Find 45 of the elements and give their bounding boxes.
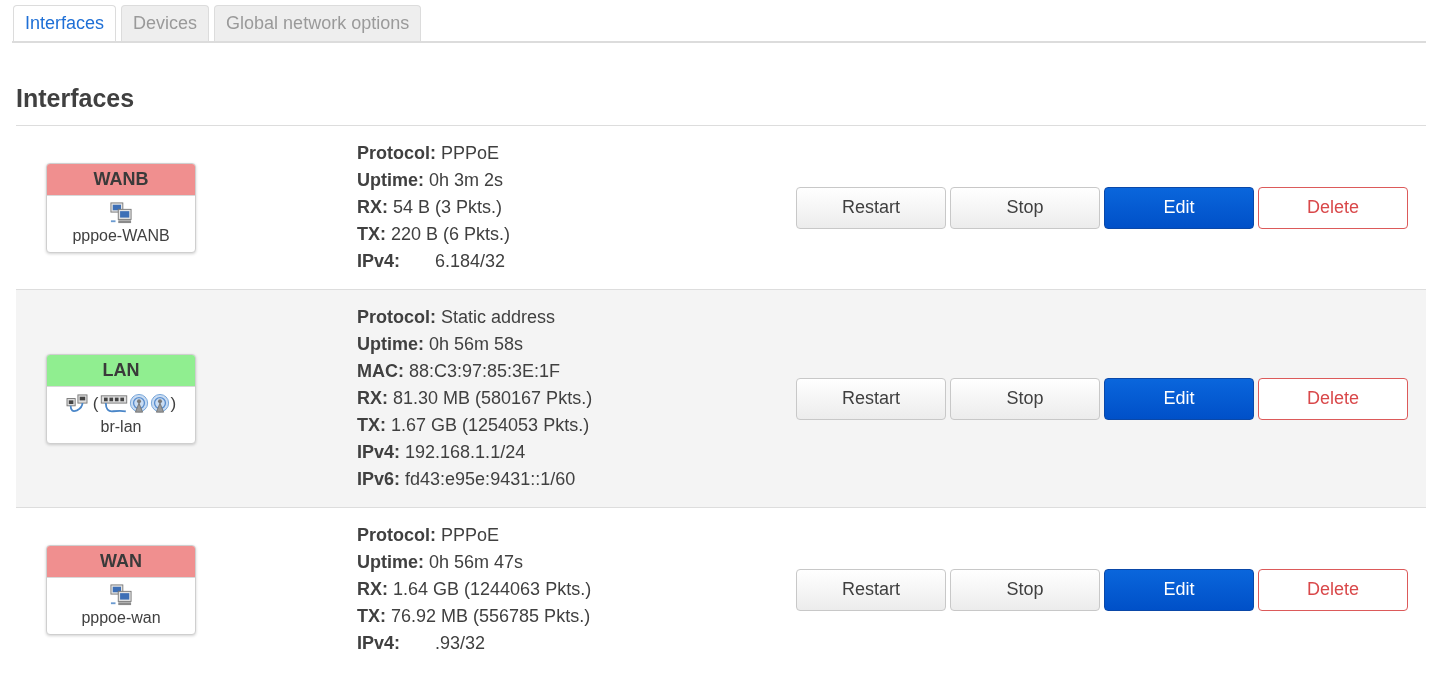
computers-icon (110, 583, 132, 606)
detail-line: IPv4: .93/32 (357, 632, 486, 655)
detail-line: RX: 81.30 MB (580167 Pkts.) (357, 387, 593, 410)
detail-line: Protocol: Static address (357, 306, 556, 329)
edit-button[interactable]: Edit (1104, 377, 1254, 420)
detail-line: IPv4: 6.184/32 (357, 250, 506, 273)
action-button[interactable]: Stop (950, 568, 1100, 611)
detail-line: RX: 1.64 GB (1244063 Pkts.) (357, 578, 592, 601)
network-switch-icon (99, 393, 128, 414)
device-name: br-lan (100, 416, 142, 437)
device-name: pppoe-wan (81, 607, 161, 628)
wireless-icon (128, 393, 149, 414)
detail-line: Protocol: PPPoE (357, 142, 500, 165)
interface-name: LAN (47, 354, 195, 387)
delete-button[interactable]: Delete (1258, 186, 1408, 229)
detail-line: Uptime: 0h 56m 58s (357, 333, 524, 356)
computers-icon (110, 201, 132, 224)
detail-line: Protocol: PPPoE (357, 524, 500, 547)
interface-name: WANB (47, 163, 195, 196)
bracket-text: ( (92, 393, 99, 414)
device-name: pppoe-WANB (72, 225, 170, 246)
action-button[interactable]: Restart (796, 568, 946, 611)
section-heading: Interfaces (16, 83, 136, 114)
detail-line: TX: 76.92 MB (556785 Pkts.) (357, 605, 591, 628)
tab[interactable]: Interfaces (13, 5, 117, 41)
edit-button[interactable]: Edit (1104, 186, 1254, 229)
delete-button[interactable]: Delete (1258, 568, 1408, 611)
detail-line: Uptime: 0h 3m 2s (357, 169, 504, 192)
interface-name: WAN (47, 545, 195, 578)
detail-line: Uptime: 0h 56m 47s (357, 551, 524, 574)
wireless-icon (149, 393, 170, 414)
bracket-text: ) (170, 393, 177, 414)
detail-line: MAC: 88:C3:97:85:3E:1F (357, 360, 561, 383)
action-button[interactable]: Stop (950, 186, 1100, 229)
detail-line: RX: 54 B (3 Pkts.) (357, 196, 503, 219)
edit-button[interactable]: Edit (1104, 568, 1254, 611)
detail-line: IPv6: fd43:e95e:9431::1/60 (357, 468, 576, 491)
action-button[interactable]: Restart (796, 186, 946, 229)
detail-line: TX: 1.67 GB (1254053 Pkts.) (357, 414, 590, 437)
detail-line: IPv4: 192.168.1.1/24 (357, 441, 526, 464)
ethernet-ports-icon (65, 393, 88, 414)
action-button[interactable]: Restart (796, 377, 946, 420)
delete-button[interactable]: Delete (1258, 377, 1408, 420)
action-button[interactable]: Stop (950, 377, 1100, 420)
detail-line: TX: 220 B (6 Pkts.) (357, 223, 511, 246)
